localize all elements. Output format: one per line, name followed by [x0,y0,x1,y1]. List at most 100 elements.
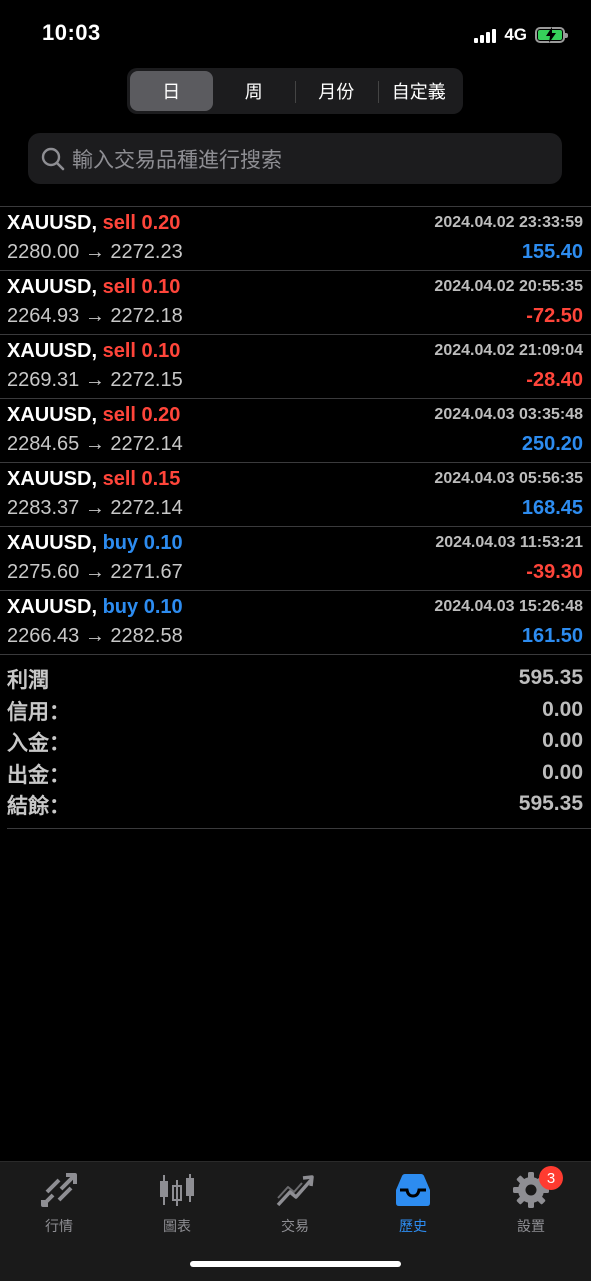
trade-side: buy [102,532,139,554]
trade-time: 2024.04.02 21:09:04 [434,342,583,359]
notification-badge: 3 [539,1166,563,1190]
summary-row-credit: 信用： 0.00 [7,696,591,728]
trade-profit: -72.50 [526,305,583,327]
trade-symbol-line: XAUUSD, sell 0.20 [7,212,180,235]
trade-side: sell [102,468,136,490]
trade-volume: 0.20 [141,404,181,426]
trade-profit: 250.20 [521,433,583,455]
trade-volume: 0.10 [143,532,183,554]
trade-symbol: XAUUSD, [7,212,98,234]
trade-row[interactable]: XAUUSD, buy 0.10 2275.60 → 2271.67 2024.… [0,527,591,591]
status-time: 10:03 [42,20,101,45]
trade-prices: 2269.31 → 2272.15 [7,369,183,391]
trade-prices: 2264.93 → 2272.18 [7,305,183,327]
summary-label: 利潤 [7,668,49,692]
trade-side: sell [102,404,136,426]
trade-volume: 0.10 [143,596,183,618]
trade-row[interactable]: XAUUSD, sell 0.20 2284.65 → 2272.14 2024… [0,399,591,463]
trade-history-list: XAUUSD, sell 0.20 2280.00 → 2272.23 2024… [0,206,591,655]
trade-symbol: XAUUSD, [7,276,98,298]
trade-prices: 2283.37 → 2272.14 [7,497,183,519]
tab-history[interactable]: 歷史 [363,1170,463,1240]
period-tab-week[interactable]: 周 [213,71,296,111]
cellular-signal-icon [474,27,497,43]
trade-prices: 2284.65 → 2272.14 [7,433,183,455]
summary-row-withdrawal: 出金： 0.00 [7,759,591,791]
trade-row[interactable]: XAUUSD, sell 0.10 2264.93 → 2272.18 2024… [0,271,591,335]
summary-row-deposit: 入金： 0.00 [7,727,591,759]
status-bar: 10:03 4G [0,0,591,62]
summary-value: 0.00 [542,697,583,721]
trade-symbol-line: XAUUSD, sell 0.15 [7,468,180,491]
trade-time: 2024.04.03 15:26:48 [434,598,583,615]
trade-icon [275,1170,315,1210]
trade-symbol-line: XAUUSD, sell 0.20 [7,404,180,427]
battery-icon [535,27,568,43]
search-input[interactable]: 輸入交易品種進行搜索 [72,144,282,174]
summary-label: 結餘： [7,794,70,818]
trade-time: 2024.04.03 03:35:48 [434,406,583,423]
trade-profit: 168.45 [521,497,583,519]
trade-volume: 0.10 [141,340,181,362]
summary-value: 595.35 [518,666,583,689]
summary-label: 信用： [7,699,70,724]
summary-row-balance: 結餘： 595.35 [7,790,591,822]
trade-symbol-line: XAUUSD, sell 0.10 [7,276,180,299]
chart-candles-icon [158,1170,196,1210]
trade-symbol: XAUUSD, [7,532,98,554]
summary-value: 0.00 [542,729,583,752]
status-indicators: 4G [474,25,568,45]
trade-symbol: XAUUSD, [7,596,98,618]
trade-profit: -28.40 [526,369,583,391]
trade-side: sell [102,212,136,234]
period-tab-month[interactable]: 月份 [295,71,378,111]
trade-symbol: XAUUSD, [7,468,98,490]
home-indicator[interactable] [190,1261,401,1267]
trade-volume: 0.20 [141,212,181,234]
period-segmented-control: 日 周 月份 自定義 [127,68,463,114]
summary-label: 出金： [7,762,70,787]
search-field[interactable]: 輸入交易品種進行搜索 [28,133,562,184]
trade-time: 2024.04.02 23:33:59 [434,214,583,231]
trade-symbol-line: XAUUSD, buy 0.10 [7,596,183,619]
summary-label: 入金： [7,731,70,755]
trade-row[interactable]: XAUUSD, sell 0.20 2280.00 → 2272.23 2024… [0,207,591,271]
trade-profit: 161.50 [521,625,583,647]
trade-side: sell [102,340,136,362]
trade-side: sell [102,276,136,298]
tab-chart[interactable]: 圖表 [127,1170,227,1240]
trade-row[interactable]: XAUUSD, buy 0.10 2266.43 → 2282.58 2024.… [0,591,591,655]
tab-quotes[interactable]: 行情 [9,1170,109,1240]
tab-label: 交易 [281,1219,309,1235]
trade-symbol: XAUUSD, [7,404,98,426]
trade-time: 2024.04.02 20:55:35 [434,278,583,295]
trade-prices: 2275.60 → 2271.67 [7,561,183,583]
tab-trade[interactable]: 交易 [245,1170,345,1240]
tab-label: 歷史 [399,1219,427,1235]
quotes-icon [39,1170,79,1210]
trade-prices: 2266.43 → 2282.58 [7,625,183,647]
tab-settings[interactable]: 3 設置 [481,1166,581,1240]
trade-prices: 2280.00 → 2272.23 [7,241,183,263]
summary-value: 595.35 [518,792,583,815]
trade-side: buy [102,596,139,618]
tab-label: 行情 [45,1219,73,1235]
trade-profit: -39.30 [526,561,583,583]
account-summary: 利潤 595.35 信用： 0.00 入金： 0.00 出金： 0.00 結餘：… [7,664,591,829]
trade-time: 2024.04.03 05:56:35 [434,470,583,487]
tab-label: 圖表 [163,1219,191,1235]
period-tab-day[interactable]: 日 [130,71,213,111]
trade-symbol-line: XAUUSD, buy 0.10 [7,532,183,555]
history-inbox-icon [394,1170,432,1210]
trade-row[interactable]: XAUUSD, sell 0.10 2269.31 → 2272.15 2024… [0,335,591,399]
trade-volume: 0.10 [141,276,181,298]
trade-profit: 155.40 [521,241,583,263]
network-type: 4G [504,25,527,44]
tab-label: 設置 [517,1219,545,1235]
trade-time: 2024.04.03 11:53:21 [435,534,583,551]
trade-row[interactable]: XAUUSD, sell 0.15 2283.37 → 2272.14 2024… [0,463,591,527]
trade-symbol: XAUUSD, [7,340,98,362]
search-icon [41,147,65,170]
summary-value: 0.00 [542,760,583,784]
period-tab-custom[interactable]: 自定義 [377,71,461,111]
